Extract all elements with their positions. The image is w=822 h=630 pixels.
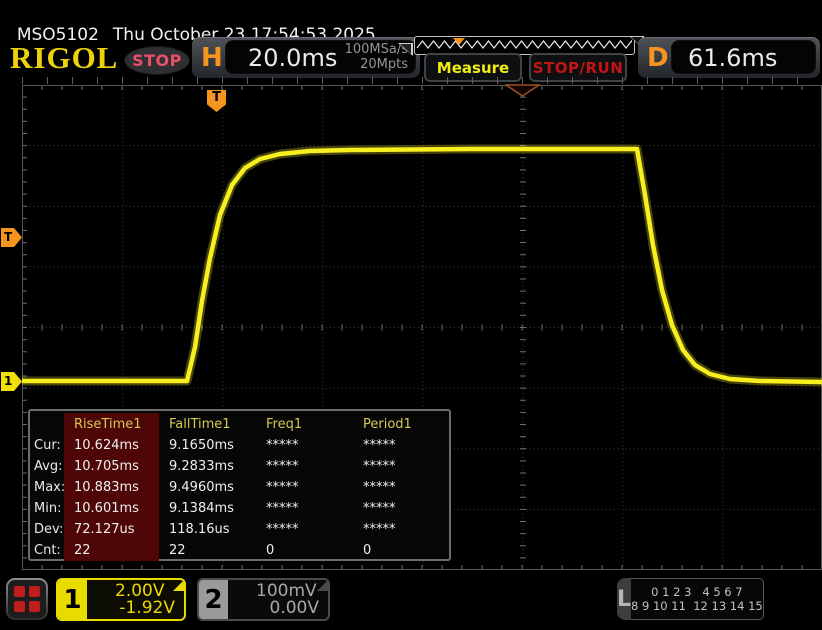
row-label: Max: xyxy=(30,480,64,495)
measurement-header[interactable]: Period1 xyxy=(353,417,445,432)
channel2-info: 100mV 0.00V xyxy=(228,580,328,619)
memory-position-marker-icon xyxy=(453,38,465,45)
channel2-offset: 0.00V xyxy=(270,598,319,618)
measurement-header[interactable]: Freq1 xyxy=(256,417,353,432)
trigger-level-icon[interactable]: T xyxy=(1,228,22,247)
delay-box[interactable]: D 61.6ms xyxy=(638,37,820,78)
measurement-value: 22 xyxy=(159,543,256,558)
logic-channels-widget[interactable]: L 0 1 2 3 4 5 6 7 8 9 10 11 12 13 14 15 xyxy=(617,578,747,620)
row-label: Cur: xyxy=(30,438,64,453)
measurement-value: ***** xyxy=(353,438,445,453)
run-state-badge: STOP xyxy=(124,46,190,75)
measurement-value: ***** xyxy=(256,459,353,474)
corner-notch-icon xyxy=(398,43,413,56)
d-label: D xyxy=(647,43,669,73)
measurement-value: 10.624ms xyxy=(64,435,159,456)
measurement-value: ***** xyxy=(256,480,353,495)
logic-label: L xyxy=(617,578,631,620)
row-label: Cnt: xyxy=(30,543,64,558)
measurement-value: 10.601ms xyxy=(64,498,159,519)
measurement-value: 9.2833ms xyxy=(159,459,256,474)
h-label: H xyxy=(201,43,223,73)
measurement-value: 10.705ms xyxy=(64,456,159,477)
logic-channel-list: 0 1 2 3 4 5 6 7 8 9 10 11 12 13 14 15 xyxy=(631,578,764,620)
timebase-inner: 20.0ms 100MSa/s 20Mpts xyxy=(225,40,416,74)
channel1-number: 1 xyxy=(58,580,87,619)
delay-position-icon xyxy=(505,84,541,98)
menu-grid-button[interactable] xyxy=(6,578,48,620)
channel1-info: 2.00V -1.92V xyxy=(87,580,184,619)
measurement-header[interactable]: RiseTime1 xyxy=(64,413,159,435)
delay-value: 61.6ms xyxy=(688,44,777,72)
row-label: Dev: xyxy=(30,522,64,537)
row-label: Min: xyxy=(30,501,64,516)
measurement-value: 9.1384ms xyxy=(159,501,256,516)
measurement-value: 10.883ms xyxy=(64,477,159,498)
menu-grid-icon xyxy=(8,580,46,618)
measurement-value: 0 xyxy=(353,543,445,558)
top-ruler xyxy=(22,77,822,84)
row-label: Avg: xyxy=(30,459,64,474)
channel1-level-icon[interactable]: 1 xyxy=(1,372,22,391)
channel1-widget[interactable]: 1 2.00V -1.92V xyxy=(56,578,186,621)
memory-waveform-icon xyxy=(415,37,632,52)
channel2-number: 2 xyxy=(199,580,228,619)
measurement-value: 22 xyxy=(64,540,159,561)
measurement-value: 9.4960ms xyxy=(159,480,256,495)
measurement-value: ***** xyxy=(256,522,353,537)
rigol-logo: RIGOL xyxy=(10,40,118,76)
measurement-value: 9.1650ms xyxy=(159,438,256,453)
measurement-value: 118.16us xyxy=(159,522,256,537)
memory-depth: 20Mpts xyxy=(345,57,408,72)
delay-inner: 61.6ms xyxy=(671,40,816,74)
measurement-value: ***** xyxy=(353,459,445,474)
measurement-value: ***** xyxy=(353,501,445,516)
measurement-header[interactable]: FallTime1 xyxy=(159,417,256,432)
measurement-panel: RiseTime1 FallTime1 Freq1 Period1 Cur: 1… xyxy=(28,409,451,561)
measurement-value: 72.127us xyxy=(64,519,159,540)
measurement-value: ***** xyxy=(256,501,353,516)
logic-row-2: 8 9 10 11 12 13 14 15 xyxy=(631,599,763,613)
measurement-value: ***** xyxy=(353,480,445,495)
horizontal-timebase-box[interactable]: H 20.0ms 100MSa/s 20Mpts xyxy=(192,37,420,78)
measurement-value: ***** xyxy=(353,522,445,537)
measurement-value: ***** xyxy=(256,438,353,453)
timebase-value: 20.0ms xyxy=(248,44,337,72)
corner-fold-icon xyxy=(173,578,186,591)
channel1-offset: -1.92V xyxy=(119,598,175,618)
logic-row-1: 0 1 2 3 4 5 6 7 xyxy=(651,585,742,599)
measurement-value: 0 xyxy=(256,543,353,558)
corner-fold-icon xyxy=(317,578,330,591)
channel2-widget[interactable]: 2 100mV 0.00V xyxy=(197,578,330,621)
